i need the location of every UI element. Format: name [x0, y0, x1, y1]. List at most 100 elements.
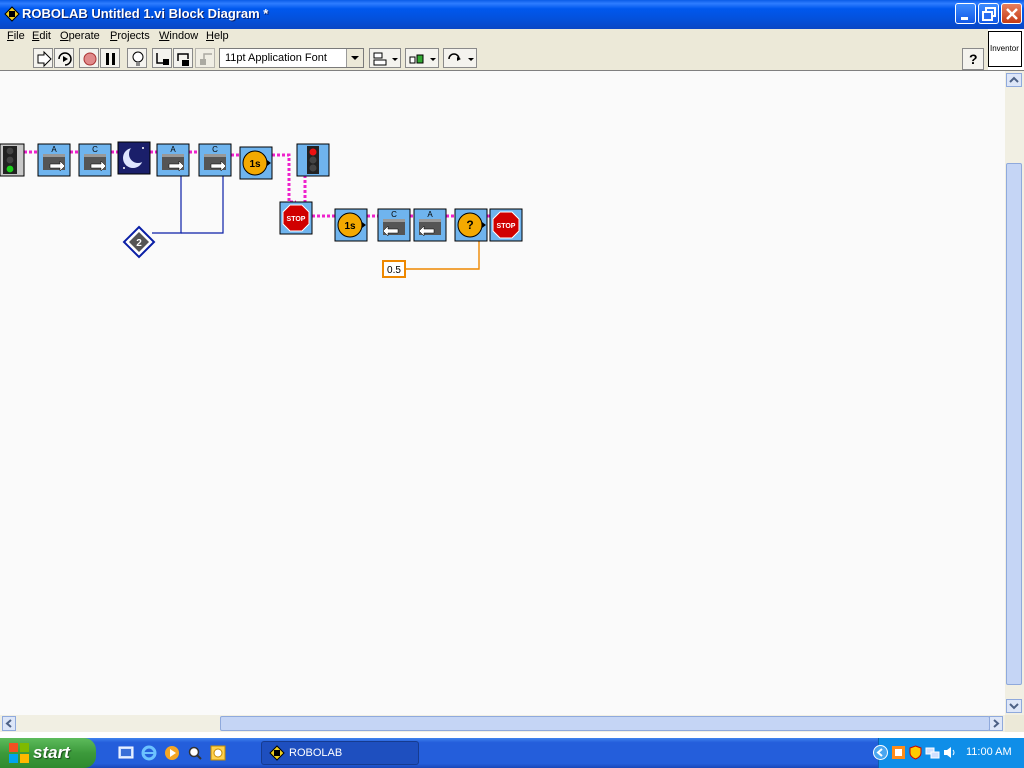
lightbulb-icon — [132, 51, 144, 66]
step-into-icon — [156, 53, 169, 65]
motor-block[interactable]: C — [377, 208, 411, 242]
stop-label: STOP — [287, 216, 306, 223]
quick-launch-app-icon[interactable] — [210, 745, 226, 761]
container-icon[interactable]: 2 — [122, 225, 156, 259]
volume-icon[interactable] — [942, 745, 957, 760]
pause-icon — [106, 53, 115, 65]
motor-port-label: A — [170, 145, 176, 154]
step-out-button[interactable] — [195, 48, 215, 68]
close-button[interactable] — [1001, 3, 1022, 24]
scroll-down-button[interactable] — [1006, 699, 1022, 713]
wait-timer-block[interactable]: 1s — [334, 208, 368, 242]
run-continuously-button[interactable] — [54, 48, 74, 68]
container-number: 2 — [136, 238, 142, 249]
show-desktop-icon[interactable] — [118, 745, 134, 761]
horizontal-scrollbar[interactable] — [0, 715, 1005, 732]
robolab-app-icon — [4, 6, 20, 22]
motor-port-label: A — [427, 210, 433, 219]
chevron-down-icon — [346, 49, 363, 67]
motor-block[interactable]: A — [413, 208, 447, 242]
motor-forward-block[interactable]: C — [78, 143, 112, 177]
align-objects-button[interactable] — [369, 48, 401, 68]
toolbar: 11pt Application Font ? — [0, 46, 988, 70]
container-wire[interactable] — [181, 168, 224, 234]
pause-button[interactable] — [100, 48, 120, 68]
scroll-up-button[interactable] — [1006, 73, 1022, 87]
stop-block[interactable]: STOP — [489, 208, 523, 242]
distribute-objects-button[interactable] — [405, 48, 439, 68]
wait-time-label: 1s — [249, 159, 261, 170]
numeric-constant[interactable]: 0.5 — [382, 260, 406, 278]
chevron-left-icon[interactable] — [873, 745, 888, 760]
menu-operate[interactable]: Operate — [60, 30, 100, 42]
abort-icon — [83, 52, 97, 66]
help-button[interactable]: ? — [962, 48, 984, 70]
minimize-button[interactable] — [955, 3, 976, 24]
run-button[interactable] — [33, 48, 53, 68]
restore-icon — [982, 7, 996, 21]
numeric-constant-value: 0.5 — [387, 265, 401, 276]
title-bar[interactable]: ROBOLAB Untitled 1.vi Block Diagram * — [0, 0, 1024, 29]
run-continuously-icon — [58, 52, 72, 66]
reorder-icon — [448, 53, 474, 61]
tray-app-icon[interactable] — [891, 745, 906, 760]
menu-edit[interactable]: Edit — [32, 30, 51, 42]
scrollbar-corner — [1005, 715, 1024, 732]
begin-traffic-light-icon[interactable] — [0, 143, 25, 177]
stop-label: STOP — [497, 223, 516, 230]
internet-explorer-icon[interactable] — [141, 745, 157, 761]
end-traffic-light-icon[interactable] — [296, 143, 330, 177]
motor-reverse-block[interactable]: C — [198, 143, 232, 177]
menu-projects[interactable]: Projects — [110, 30, 150, 42]
highlight-execution-button[interactable] — [127, 48, 147, 68]
wait-for-dark-moon-icon[interactable] — [117, 141, 151, 175]
question-icon: ? — [969, 51, 978, 67]
numeric-wire[interactable] — [405, 239, 480, 270]
scroll-right-button[interactable] — [989, 716, 1003, 731]
window-title: ROBOLAB Untitled 1.vi Block Diagram * — [22, 6, 269, 21]
clock[interactable]: 11:00 AM — [966, 746, 1012, 758]
wait-time-label: 1s — [344, 221, 356, 232]
menu-file[interactable]: File — [7, 30, 25, 42]
motor-port-label: C — [391, 210, 397, 219]
distribute-objects-icon — [409, 54, 436, 64]
taskbar: start ROBOLAB 11:00 AM — [0, 738, 1024, 768]
minimize-icon — [961, 17, 968, 20]
abort-button[interactable] — [79, 48, 99, 68]
font-selector[interactable]: 11pt Application Font — [219, 48, 364, 68]
search-icon[interactable] — [187, 745, 203, 761]
horizontal-scroll-thumb[interactable] — [220, 716, 990, 731]
step-into-button[interactable] — [152, 48, 172, 68]
windows-logo-icon — [9, 743, 29, 763]
network-icon[interactable] — [925, 745, 940, 760]
step-over-icon — [177, 53, 189, 66]
align-objects-icon — [373, 52, 398, 66]
menu-window[interactable]: Window — [159, 30, 198, 42]
scroll-left-button[interactable] — [2, 716, 16, 731]
step-over-button[interactable] — [173, 48, 193, 68]
vertical-scrollbar[interactable] — [1005, 71, 1024, 715]
taskbar-robolab-label: ROBOLAB — [289, 747, 343, 759]
font-selector-value: 11pt Application Font — [225, 52, 327, 64]
menu-help[interactable]: Help — [206, 30, 229, 42]
vertical-scroll-thumb[interactable] — [1006, 163, 1022, 685]
start-label: start — [33, 743, 70, 762]
start-button[interactable]: start — [0, 738, 96, 768]
stop-block[interactable]: STOP — [279, 201, 313, 235]
media-player-icon[interactable] — [164, 745, 180, 761]
security-shield-icon[interactable] — [908, 745, 923, 760]
motor-reverse-block[interactable]: A — [156, 143, 190, 177]
reorder-button[interactable] — [443, 48, 477, 68]
wait-timer-block[interactable]: 1s — [239, 146, 273, 180]
chevron-right-icon — [993, 719, 1000, 728]
system-tray: 11:00 AM — [873, 738, 1024, 768]
chevron-left-icon — [5, 719, 12, 728]
container-wire[interactable] — [152, 168, 182, 234]
block-diagram-canvas[interactable]: A C A C 1s 2 STOP 1s C A ? STOP 0.5 — [0, 71, 1005, 715]
random-wait-label: ? — [466, 218, 473, 232]
motor-forward-block[interactable]: A — [37, 143, 71, 177]
maximize-button[interactable] — [978, 3, 999, 24]
chevron-down-icon — [1009, 703, 1019, 710]
random-wait-block[interactable]: ? — [454, 208, 488, 242]
taskbar-robolab-button[interactable]: ROBOLAB — [261, 741, 419, 765]
